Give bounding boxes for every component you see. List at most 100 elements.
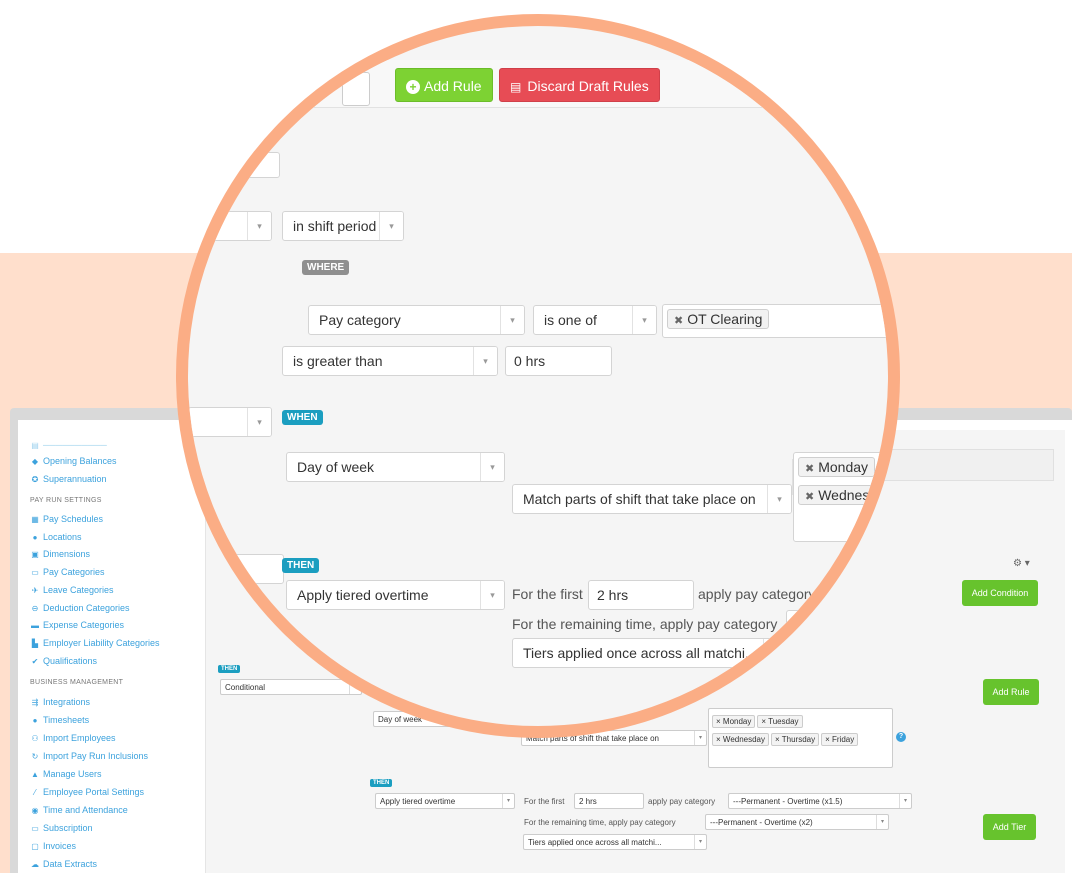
sidebar-item-manage-users[interactable]: ▲ Manage Users	[30, 769, 102, 779]
pay-category-field-select[interactable]: Pay category ▾	[308, 305, 525, 335]
chevron-down-icon: ▾	[379, 212, 403, 240]
remove-tag-icon[interactable]: ✖	[805, 463, 814, 475]
chevron-down-icon: ▾	[502, 794, 514, 808]
sidebar-item-integrations[interactable]: ⇶ Integrations	[30, 697, 90, 707]
remove-tag-icon[interactable]: ✖	[805, 491, 814, 503]
bar-chart-icon: ▙	[31, 639, 39, 648]
sidebar-item-qualifications[interactable]: ✔ Qualifications	[30, 656, 97, 666]
location-icon: ●	[32, 533, 38, 542]
time-icon: ◉	[31, 806, 39, 815]
users-icon: ⚇	[31, 734, 39, 743]
sidebar-item-locations[interactable]: ● Locations	[30, 532, 82, 542]
chevron-down-icon: ▾	[899, 794, 911, 808]
cut-off-input[interactable]	[188, 152, 280, 178]
sidebar-item-time-and-attendance[interactable]: ◉ Time and Attendance	[30, 805, 128, 815]
cut-off-select[interactable]: ▾	[188, 211, 272, 241]
gear-menu-icon[interactable]: ⚙ ▾	[1013, 558, 1030, 569]
sidebar-item-dimensions[interactable]: ▣ Dimensions	[30, 549, 90, 559]
cut-off-select-3[interactable]	[234, 554, 284, 584]
first-hours-input-zoomed[interactable]: 2 hrs	[588, 580, 694, 610]
discard-draft-rules-button[interactable]: ▤ Discard Draft Rules	[499, 68, 660, 102]
sidebar-item-data-extracts[interactable]: ☁ Data Extracts	[30, 859, 97, 869]
trash-icon: ▤	[510, 80, 522, 94]
lifebuoy-icon: ✪	[31, 475, 39, 484]
wednesday-tag[interactable]: ✖ Wednesd	[798, 485, 885, 505]
add-rule-button-secondary[interactable]: Add Rule	[983, 679, 1039, 705]
hours-threshold-input[interactable]: 0 hrs	[505, 346, 612, 376]
day-of-week-select-zoomed[interactable]: Day of week ▾	[286, 452, 505, 482]
remaining-time-label-zoomed: For the remaining time, apply pay catego…	[512, 616, 778, 632]
pay-category-select-2[interactable]: ---Permanent - Overtime (x2) ▾	[705, 814, 889, 830]
add-rule-button[interactable]: + Add Rule	[395, 68, 493, 102]
leaf-icon: ◆	[31, 457, 39, 466]
sidebar-item-leave-categories[interactable]: ✈ Leave Categories	[30, 585, 114, 595]
minus-circle-icon: ⊖	[31, 604, 39, 613]
apply-pay-category-label: apply pay category	[648, 797, 716, 806]
sidebar-item-employee-portal-settings[interactable]: ⁄ Employee Portal Settings	[30, 787, 144, 797]
cloud-icon: ☁	[31, 860, 39, 869]
sidebar-item-import-employees[interactable]: ⚇ Import Employees	[30, 733, 115, 743]
shift-period-select[interactable]: in shift period ▾	[282, 211, 404, 241]
day-tag[interactable]: × Friday	[821, 733, 859, 746]
integrations-icon: ⇶	[31, 698, 39, 707]
is-one-of-select[interactable]: is one of ▾	[533, 305, 657, 335]
calendar-icon: ▦	[31, 515, 39, 524]
check-icon: ✔	[31, 657, 39, 666]
sidebar-section-business-management: BUSINESS MANAGEMENT	[30, 679, 124, 686]
sidebar-item-subscription[interactable]: ▭ Subscription	[30, 823, 92, 833]
magnifier-lens: + Add Rule ▤ Discard Draft Rules ▾ in shif…	[176, 14, 900, 738]
panel-header-strip	[880, 449, 1054, 481]
ot-clearing-tag[interactable]: ✖ OT Clearing	[667, 309, 770, 329]
inbox-icon: ▢	[31, 842, 39, 851]
day-tag[interactable]: × Wednesday	[712, 733, 770, 746]
remaining-pay-category-select-zoomed[interactable]	[786, 610, 816, 642]
plane-icon: ✈	[31, 586, 39, 595]
money-icon: ▭	[31, 568, 39, 577]
expense-icon: ▬	[31, 621, 39, 630]
for-first-label: For the first	[524, 797, 565, 806]
is-greater-than-select[interactable]: is greater than ▾	[282, 346, 498, 376]
chevron-down-icon: ▾	[763, 639, 787, 667]
toolbar-cut-off-button[interactable]	[342, 72, 370, 106]
pay-category-select-zoomed[interactable]	[822, 580, 862, 610]
sidebar-item-employer-liability-categories[interactable]: ▙ Employer Liability Categories	[30, 638, 160, 648]
sidebar-item-invoices[interactable]: ▢ Invoices	[30, 841, 76, 851]
sidebar-section-pay-run-settings: PAY RUN SETTINGS	[30, 497, 102, 504]
plus-circle-icon: +	[406, 80, 420, 94]
sidebar-item-timesheets[interactable]: ● Timesheets	[30, 715, 90, 725]
zoomed-rules-editor: + Add Rule ▤ Discard Draft Rules ▾ in shif…	[188, 26, 888, 726]
monday-tag[interactable]: ✖ Monday	[798, 457, 876, 477]
first-hours-input[interactable]: 2 hrs	[574, 793, 644, 809]
help-icon[interactable]: ?	[896, 732, 906, 742]
tiers-applied-select-zoomed[interactable]: Tiers applied once across all matchi... ▾	[512, 638, 788, 668]
day-tag[interactable]: × Thursday	[771, 733, 820, 746]
sidebar-item-import-pay-run-inclusions[interactable]: ↻ Import Pay Run Inclusions	[30, 751, 148, 761]
credit-card-icon: ▭	[31, 824, 39, 833]
sidebar-item-expense-categories[interactable]: ▬ Expense Categories	[30, 620, 124, 630]
when-badge: WHEN	[282, 410, 323, 425]
sidebar-item-cut-off: ▤ ──────────	[31, 440, 107, 450]
sidebar-item-deduction-categories[interactable]: ⊖ Deduction Categories	[30, 603, 130, 613]
remove-tag-icon[interactable]: ✖	[674, 315, 683, 327]
add-tier-button[interactable]: Add Tier	[983, 814, 1036, 840]
cut-off-select-2[interactable]: ▾	[188, 407, 272, 437]
apply-pay-category-label-zoomed: apply pay category	[698, 586, 816, 602]
lock-icon: ▲	[31, 770, 39, 779]
match-parts-select-zoomed[interactable]: Match parts of shift that take place on ▾	[512, 484, 792, 514]
chevron-down-icon: ▾	[500, 306, 524, 334]
sidebar-item-superannuation[interactable]: ✪ Superannuation	[30, 474, 107, 484]
chevron-down-icon: ▾	[694, 731, 706, 745]
chevron-down-icon: ▾	[480, 581, 504, 609]
dimensions-icon: ▣	[31, 550, 39, 559]
chevron-down-icon: ▾	[694, 835, 706, 849]
chevron-down-icon: ▾	[632, 306, 656, 334]
add-condition-button[interactable]: Add Condition	[962, 580, 1038, 606]
sidebar-item-pay-schedules[interactable]: ▦ Pay Schedules	[30, 514, 103, 524]
sidebar-item-pay-categories[interactable]: ▭ Pay Categories	[30, 567, 104, 577]
apply-tiered-overtime-select[interactable]: Apply tiered overtime ▾	[375, 793, 515, 809]
apply-tiered-overtime-select-zoomed[interactable]: Apply tiered overtime ▾	[286, 580, 505, 610]
sidebar-item-opening-balances[interactable]: ◆ Opening Balances	[30, 456, 117, 466]
where-badge: WHERE	[302, 260, 350, 275]
tiers-applied-select[interactable]: Tiers applied once across all matchi... ▾	[523, 834, 707, 850]
pay-category-select-1[interactable]: ---Permanent - Overtime (x1.5) ▾	[728, 793, 912, 809]
